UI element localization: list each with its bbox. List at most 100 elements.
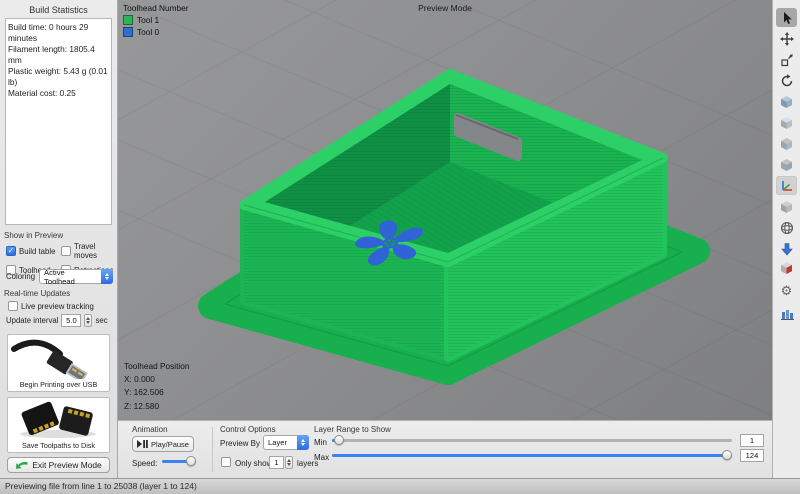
- toolbar-rotate-tool[interactable]: [776, 71, 797, 90]
- solid-model-icon: [779, 200, 794, 214]
- update-interval-label: Update interval: [6, 316, 58, 325]
- exit-preview-mode-label: Exit Preview Mode: [32, 460, 101, 470]
- live-preview-tracking-label: Live preview tracking: [21, 302, 94, 311]
- checkbox-build-table-box[interactable]: ✓: [6, 246, 16, 256]
- coloring-dropdown-value: Active Toolhead: [44, 268, 97, 286]
- 3d-model-render: [118, 0, 772, 420]
- only-show-checkbox[interactable]: [221, 457, 231, 467]
- only-show-field[interactable]: 1: [269, 456, 284, 469]
- build-statistics-title: Build Statistics: [0, 0, 117, 15]
- left-panel: Build Statistics Build time: 0 hours 29 …: [0, 0, 118, 478]
- play-pause-button[interactable]: Play/Pause: [132, 436, 194, 452]
- checkbox-live-preview-tracking-box[interactable]: [8, 301, 18, 311]
- play-pause-label: Play/Pause: [151, 440, 189, 449]
- speed-slider[interactable]: [162, 456, 196, 466]
- stat-filament-length: Filament length: 1805.4 mm: [8, 44, 109, 66]
- down-arrow-icon: [780, 242, 794, 256]
- update-interval-field[interactable]: 5.0: [61, 314, 81, 327]
- coloring-label: Coloring: [6, 272, 35, 281]
- checkbox-travel-moves-box[interactable]: [61, 246, 71, 256]
- preview-mode-label: Preview Mode: [118, 3, 772, 13]
- checkbox-build-table-label: Build table: [19, 247, 55, 256]
- sd-cards-image: [10, 400, 107, 440]
- build-statistics-box: Build time: 0 hours 29 minutes Filament …: [5, 18, 112, 225]
- coloring-dropdown[interactable]: Active Toolhead: [39, 269, 113, 284]
- speed-slider-knob[interactable]: [186, 456, 196, 466]
- toolbar-view-side[interactable]: [776, 155, 797, 174]
- wireframe-sphere-icon: [780, 221, 794, 235]
- max-layer-field[interactable]: 124: [740, 449, 764, 462]
- checkbox-travel-moves[interactable]: Travel moves: [61, 242, 117, 260]
- legend-row-tool0: Tool 0: [123, 27, 189, 37]
- cube-side-view-icon: [779, 158, 794, 172]
- preview-3d-viewport[interactable]: Toolhead Number Tool 1 Tool 0 Preview Mo…: [118, 0, 772, 420]
- toolbar-cross-section[interactable]: [776, 258, 797, 277]
- save-toolpaths-button[interactable]: Save Toolpaths to Disk: [7, 397, 110, 453]
- toolbar-select-cursor[interactable]: [776, 8, 797, 27]
- toolbar-import-model[interactable]: [776, 239, 797, 258]
- rotate-icon: [780, 74, 794, 88]
- begin-printing-usb-button[interactable]: Begin Printing over USB: [7, 334, 110, 392]
- toolbar-machine-control[interactable]: [776, 304, 797, 323]
- preview-by-dropdown[interactable]: Layer: [263, 435, 309, 450]
- cursor-icon: [780, 11, 794, 25]
- control-options-group-title: Control Options: [220, 425, 276, 434]
- toolhead-position-readout: Toolhead Position X: 0.000 Y: 162.506 Z:…: [124, 360, 190, 413]
- toolbar-coordinate-axes[interactable]: [776, 176, 797, 195]
- min-layer-slider[interactable]: [332, 435, 732, 445]
- animation-group-title: Animation: [132, 425, 168, 434]
- coloring-row: Coloring Active Toolhead: [6, 269, 113, 284]
- begin-printing-usb-label: Begin Printing over USB: [8, 379, 109, 391]
- cube-default-view-icon: [779, 95, 794, 109]
- play-pause-icon: [137, 440, 148, 448]
- status-bar-text: Previewing file from line 1 to 25038 (la…: [5, 481, 197, 491]
- stat-plastic-weight: Plastic weight: 5.43 g (0.01 lb): [8, 66, 109, 88]
- checkbox-live-preview-tracking[interactable]: Live preview tracking: [8, 301, 94, 311]
- toolhead-position-title: Toolhead Position: [124, 360, 190, 373]
- max-layer-slider[interactable]: [332, 450, 732, 460]
- max-label: Max: [314, 453, 329, 462]
- max-slider-knob[interactable]: [722, 450, 732, 460]
- tool1-label: Tool 1: [137, 15, 159, 25]
- speed-label: Speed:: [132, 459, 157, 468]
- legend-row-tool1: Tool 1: [123, 15, 189, 25]
- save-toolpaths-label: Save Toolpaths to Disk: [8, 440, 109, 452]
- gear-icon: ⚙: [781, 284, 793, 297]
- only-show-stepper[interactable]: [285, 456, 293, 469]
- machine-control-icon: [780, 307, 794, 321]
- axes-gizmo-icon: [780, 179, 794, 193]
- dropdown-stepper-icon[interactable]: [297, 435, 309, 450]
- update-interval-unit: sec: [95, 316, 107, 325]
- update-interval-stepper[interactable]: [84, 314, 92, 327]
- tool0-color-swatch: [123, 27, 133, 37]
- toolbar-view-front[interactable]: [776, 134, 797, 153]
- preview-by-label: Preview By: [220, 439, 260, 448]
- min-slider-knob[interactable]: [334, 435, 344, 445]
- toolhead-x: X: 0.000: [124, 373, 190, 386]
- dropdown-stepper-icon[interactable]: [101, 269, 113, 284]
- exit-preview-mode-button[interactable]: Exit Preview Mode: [7, 457, 110, 473]
- cube-top-view-icon: [779, 116, 794, 130]
- toolbar-view-default[interactable]: [776, 92, 797, 111]
- min-layer-field[interactable]: 1: [740, 434, 764, 447]
- stat-build-time: Build time: 0 hours 29 minutes: [8, 22, 109, 44]
- toolbar-model-view[interactable]: [776, 197, 797, 216]
- stat-material-cost: Material cost: 0.25: [8, 88, 109, 99]
- toolbar-wireframe-view[interactable]: [776, 218, 797, 237]
- toolbar-view-top[interactable]: [776, 113, 797, 132]
- scale-icon: [780, 53, 794, 67]
- app-window: Build Statistics Build time: 0 hours 29 …: [0, 0, 800, 494]
- move-icon: [780, 32, 794, 46]
- show-in-preview-title: Show in Preview: [4, 231, 63, 240]
- checkbox-travel-moves-label: Travel moves: [74, 242, 117, 260]
- toolbar-move-tool[interactable]: [776, 29, 797, 48]
- toolbar-settings[interactable]: ⚙: [776, 281, 797, 300]
- usb-cable-image: [10, 337, 107, 379]
- tool0-label: Tool 0: [137, 27, 159, 37]
- min-label: Min: [314, 438, 327, 447]
- layer-range-group-title: Layer Range to Show: [314, 425, 391, 434]
- checkbox-build-table[interactable]: ✓ Build table: [6, 242, 61, 260]
- view-toolbar: ⚙: [772, 0, 800, 478]
- toolbar-scale-tool[interactable]: [776, 50, 797, 69]
- status-bar: Previewing file from line 1 to 25038 (la…: [0, 478, 800, 494]
